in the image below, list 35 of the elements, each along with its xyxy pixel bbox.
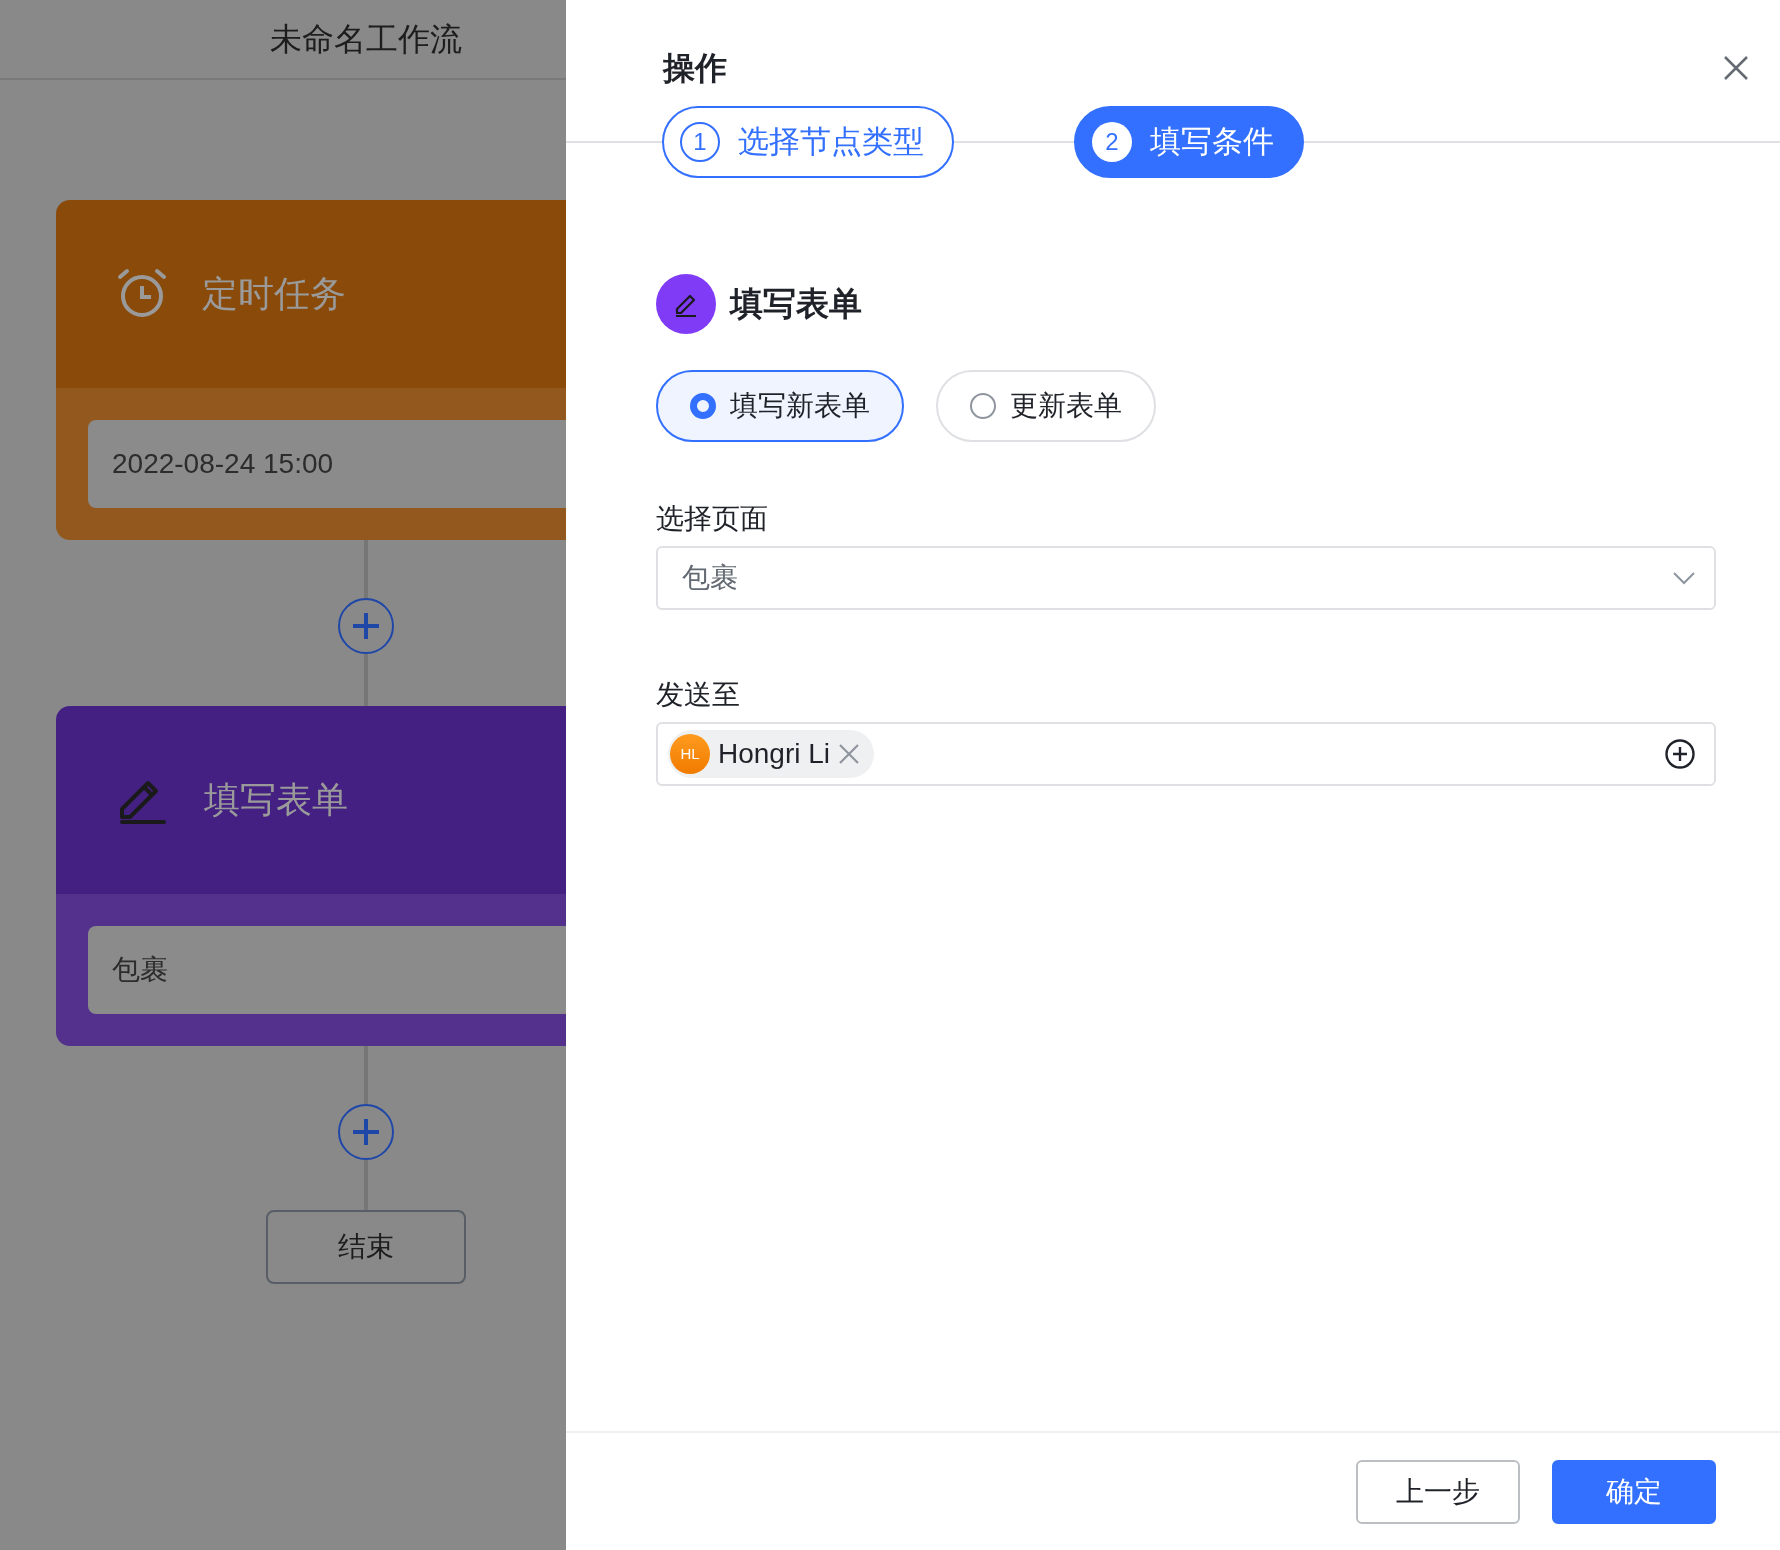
plus-icon bbox=[351, 1117, 381, 1147]
add-node-button[interactable] bbox=[338, 598, 394, 654]
node-value: 2022-08-24 15:00 bbox=[88, 420, 566, 508]
step-number: 2 bbox=[1092, 122, 1132, 162]
add-node-button[interactable] bbox=[338, 1104, 394, 1160]
node-title: 定时任务 bbox=[202, 272, 346, 316]
step-label: 选择节点类型 bbox=[738, 122, 924, 161]
workflow-title: 未命名工作流 bbox=[270, 20, 462, 59]
page-select[interactable]: 包裹 bbox=[656, 546, 1716, 610]
field-label: 发送至 bbox=[656, 678, 741, 712]
step-tab[interactable]: 1 选择节点类型 bbox=[662, 106, 954, 178]
back-button[interactable]: 上一步 bbox=[1356, 1459, 1520, 1524]
recipient-name: Hongri Li bbox=[718, 737, 831, 771]
step-number: 1 bbox=[680, 122, 720, 162]
radio-option[interactable]: 填写新表单 bbox=[656, 370, 904, 442]
chevron-down-icon bbox=[1672, 571, 1696, 585]
step-label: 填写条件 bbox=[1150, 122, 1274, 161]
step-tab[interactable]: 2 填写条件 bbox=[1074, 106, 1304, 178]
workflow-node-card[interactable]: 定时任务 2022-08-24 15:00 bbox=[56, 200, 566, 540]
drawer-title: 操作 bbox=[663, 49, 727, 88]
pencil-icon bbox=[656, 274, 716, 334]
end-node: 结束 bbox=[266, 1210, 466, 1284]
recipient-field[interactable]: HL Hongri Li bbox=[656, 722, 1716, 786]
alarm-clock-icon bbox=[116, 268, 168, 320]
avatar: HL bbox=[670, 734, 710, 774]
remove-button[interactable] bbox=[838, 743, 861, 765]
plus-icon bbox=[351, 611, 381, 641]
section-title: 填写表单 bbox=[730, 284, 862, 325]
add-icon[interactable] bbox=[1664, 738, 1696, 770]
node-title: 填写表单 bbox=[204, 778, 348, 822]
radio-option[interactable]: 更新表单 bbox=[936, 370, 1156, 442]
node-value: 包裹 bbox=[88, 926, 566, 1014]
confirm-button[interactable]: 确定 bbox=[1552, 1459, 1716, 1524]
field-label: 选择页面 bbox=[656, 502, 769, 536]
workflow-node-card[interactable]: 填写表单 包裹 bbox=[56, 706, 566, 1046]
